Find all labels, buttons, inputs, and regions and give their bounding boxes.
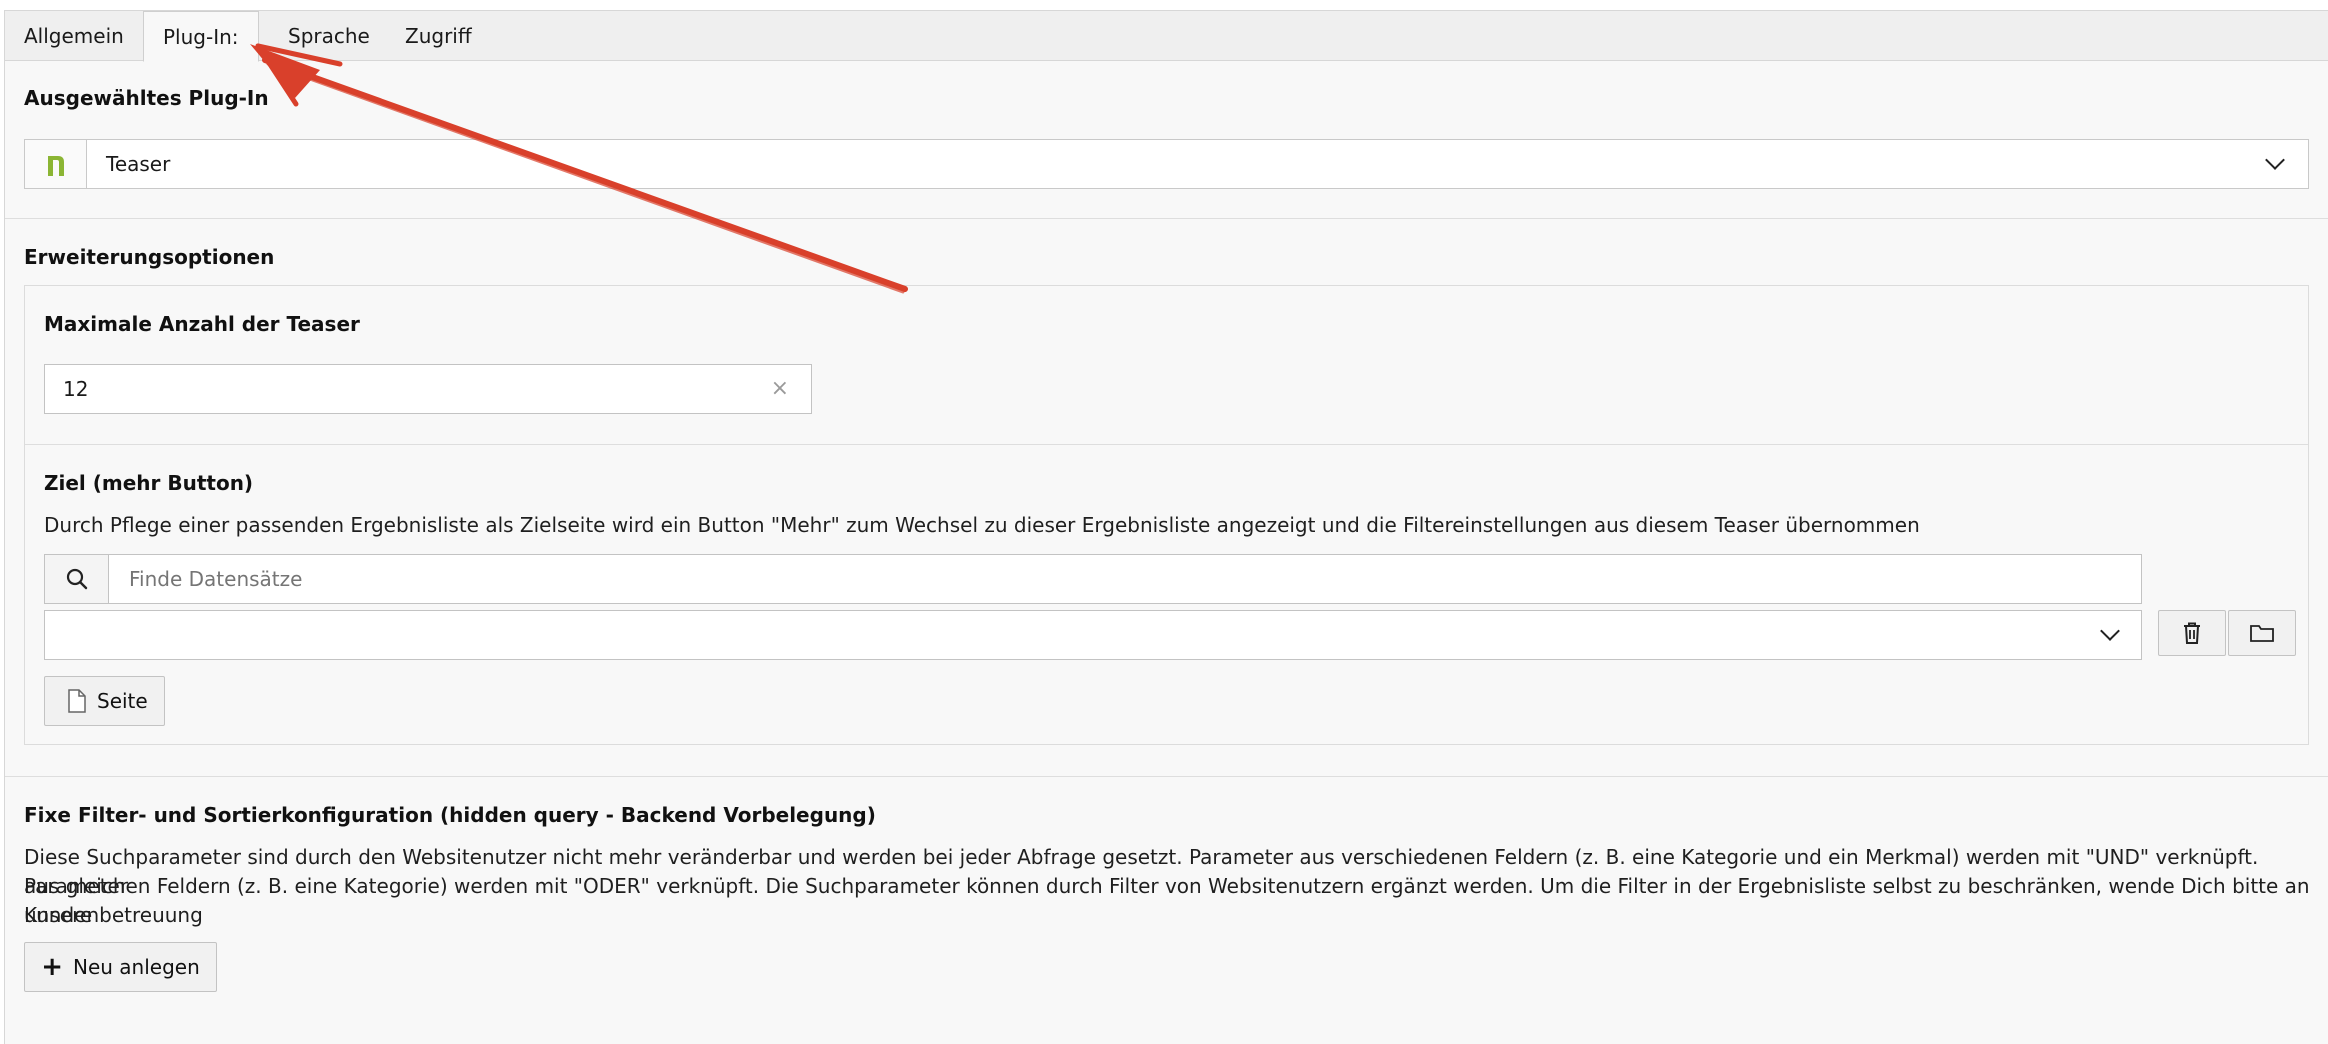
annotation-arrow [250,43,908,294]
